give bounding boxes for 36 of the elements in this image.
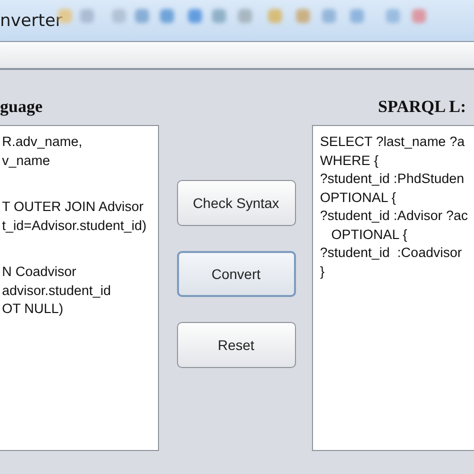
toolbar-icon[interactable] bbox=[135, 9, 149, 23]
toolbar-icon[interactable] bbox=[212, 9, 226, 23]
toolbar-icon[interactable] bbox=[112, 9, 126, 23]
sparql-text-area[interactable]: SELECT ?last_name ?a WHERE { ?student_id :PhdStuden OPTIONAL { ?student_id :Advisor ?ac OPTIONAL { ?student_id :Coadvisor } bbox=[312, 125, 474, 451]
toolbar-icon[interactable] bbox=[238, 9, 252, 23]
code-line: T OUTER JOIN Advisor bbox=[2, 198, 145, 216]
toolbar-icon[interactable] bbox=[268, 9, 282, 23]
toolbar-icon[interactable] bbox=[188, 9, 202, 23]
code-line: ?student_id :Advisor ?ac bbox=[320, 207, 469, 225]
toolbar-icon[interactable] bbox=[322, 9, 336, 23]
action-button[interactable]: Convert bbox=[176, 251, 296, 297]
toolbar-icon[interactable] bbox=[350, 9, 364, 23]
panel-heading: guage bbox=[0, 97, 42, 117]
code-line: N Coadvisor bbox=[2, 263, 78, 281]
code-line: SELECT ?last_name ?a bbox=[320, 133, 466, 151]
code-line: v_name bbox=[2, 152, 52, 170]
sql-text-area[interactable]: R.adv_name, v_name T OUTER JOIN Advisor t_id=Advisor.student_id) N Coadvisor advisor.student_id OT NULL) bbox=[0, 125, 159, 451]
code-line: t_id=Advisor.student_id) bbox=[2, 216, 148, 235]
toolbar-icon[interactable] bbox=[80, 9, 94, 23]
toolbar-icon[interactable] bbox=[160, 9, 174, 23]
code-line: OPTIONAL { bbox=[320, 188, 398, 207]
code-line: OPTIONAL { bbox=[330, 226, 408, 244]
toolbar-icon[interactable] bbox=[386, 9, 400, 23]
code-line: advisor.student_id bbox=[2, 282, 112, 300]
window-title: nverter bbox=[0, 11, 62, 31]
toolbar-icon[interactable] bbox=[296, 9, 310, 23]
panel-heading: SPARQL L: bbox=[378, 97, 466, 117]
toolbar-icon[interactable] bbox=[412, 9, 426, 23]
action-button[interactable]: Check Syntax bbox=[176, 180, 296, 226]
code-line: ?student_id :Coadvisor bbox=[320, 244, 463, 262]
action-button[interactable]: Reset bbox=[176, 322, 296, 368]
code-line: } bbox=[320, 262, 326, 281]
code-line: ?student_id :PhdStuden bbox=[320, 170, 466, 188]
code-line: R.adv_name, bbox=[2, 133, 84, 151]
code-line: OT NULL) bbox=[2, 300, 64, 318]
code-line: WHERE { bbox=[320, 152, 380, 170]
